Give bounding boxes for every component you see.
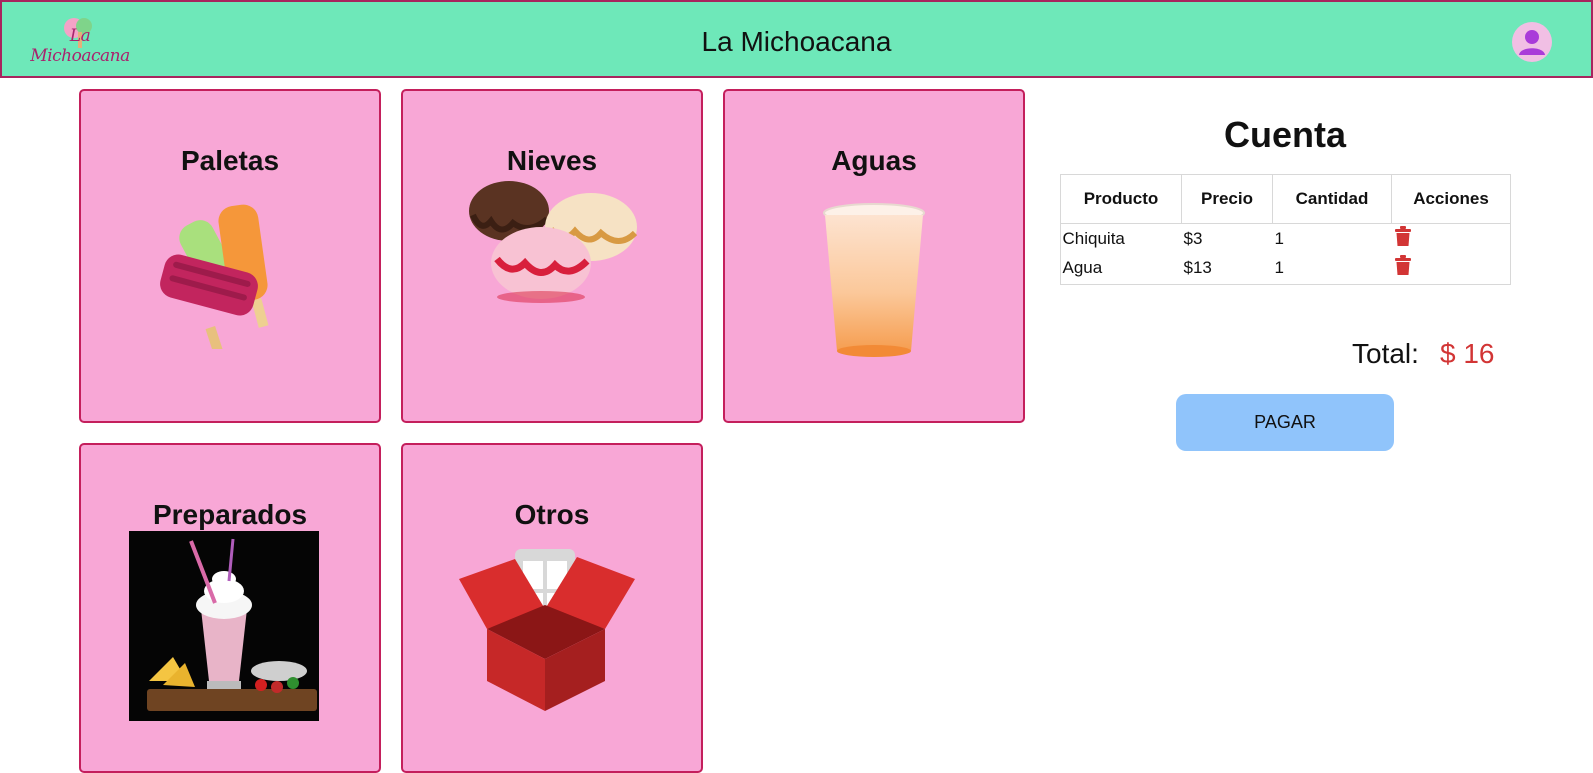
ice-cream-scoops-image bbox=[469, 181, 638, 303]
cell-cantidad: 1 bbox=[1274, 228, 1284, 248]
total-value: $ 16 bbox=[1440, 338, 1495, 369]
column-header-acciones: Acciones bbox=[1391, 174, 1511, 224]
popsicles-image bbox=[160, 204, 269, 349]
trash-icon[interactable] bbox=[1394, 255, 1412, 275]
cell-acciones bbox=[1392, 224, 1511, 254]
page-title: La Michoacana bbox=[701, 26, 892, 57]
table-row: Agua $13 1 bbox=[1061, 253, 1511, 282]
column-header-cantidad: Cantidad bbox=[1272, 174, 1392, 224]
category-card-paletas[interactable]: Paletas bbox=[79, 89, 381, 423]
pay-button[interactable]: PAGAR bbox=[1176, 394, 1394, 451]
cuenta-table: Producto Precio Cantidad Acciones Chiqui… bbox=[1060, 174, 1511, 282]
table-row: Chiquita $3 1 bbox=[1061, 224, 1511, 254]
category-title: Otros bbox=[514, 499, 590, 530]
user-avatar[interactable] bbox=[1512, 22, 1552, 62]
cell-precio: $3 bbox=[1183, 228, 1203, 248]
category-title: Aguas bbox=[831, 145, 917, 176]
table-header-row: Producto Precio Cantidad Acciones bbox=[1060, 174, 1511, 224]
column-header-precio: Precio bbox=[1181, 174, 1273, 224]
cuenta-title: Cuenta bbox=[1223, 114, 1346, 155]
category-card-otros[interactable]: Otros bbox=[401, 443, 703, 773]
category-title: Preparados bbox=[152, 499, 308, 530]
cell-acciones bbox=[1392, 253, 1511, 282]
cell-precio: $13 bbox=[1183, 257, 1212, 277]
category-title: Paletas bbox=[180, 145, 280, 176]
category-card-aguas[interactable]: Aguas bbox=[723, 89, 1025, 423]
category-card-nieves[interactable]: Nieves bbox=[401, 89, 703, 423]
category-title: Nieves bbox=[506, 145, 598, 176]
cell-producto: Chiquita bbox=[1062, 228, 1125, 248]
column-header-producto: Producto bbox=[1060, 174, 1182, 224]
agua-cup-image bbox=[823, 203, 925, 357]
milkshake-image bbox=[129, 531, 319, 721]
cell-cantidad: 1 bbox=[1274, 257, 1284, 277]
cell-producto: Agua bbox=[1062, 257, 1103, 277]
app-header: La Michoacana La Michoacana bbox=[0, 0, 1593, 78]
box-image bbox=[459, 549, 635, 711]
user-icon bbox=[1519, 30, 1545, 55]
trash-icon[interactable] bbox=[1394, 226, 1412, 246]
total-label: Total: bbox=[1352, 338, 1419, 369]
category-card-preparados[interactable]: Preparados bbox=[79, 443, 381, 773]
